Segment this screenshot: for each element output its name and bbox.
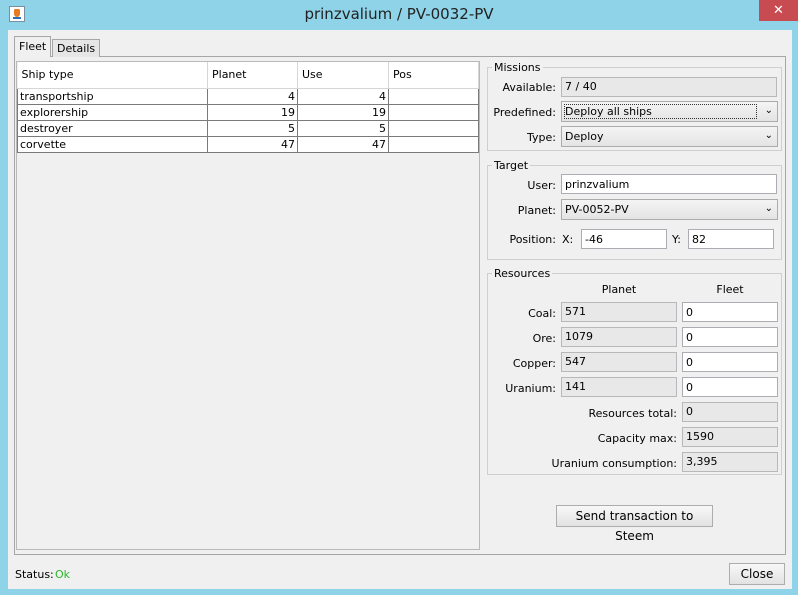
type-value: Deploy (565, 130, 604, 143)
table-row[interactable]: corvette 47 47 (17, 135, 479, 153)
missions-title: Missions (492, 61, 543, 74)
predefined-value: Deploy all ships (565, 105, 652, 118)
send-transaction-button[interactable]: Send transaction to Steem (556, 505, 713, 543)
status-label: Status: (15, 568, 54, 581)
resources-fleet-header: Fleet (716, 283, 744, 296)
resources-title: Resources (492, 267, 553, 280)
resources-total-label: Resources total: (588, 407, 677, 420)
table-row[interactable]: explorership 19 19 (17, 103, 479, 121)
resources-group: Resources Planet Fleet Coal: 571 Ore: 10… (487, 267, 782, 475)
col-use[interactable]: Use (297, 62, 389, 89)
type-select[interactable]: Deploy ⌄ (561, 126, 778, 147)
uranium-consumption-field: 3,395 (682, 452, 778, 472)
ship-type-cell[interactable]: corvette (17, 135, 208, 153)
user-label: User: (527, 179, 556, 192)
pos-cell[interactable] (388, 103, 479, 121)
fleet-table: Ship type Planet Use Pos transportship 4… (17, 62, 479, 153)
use-count-cell[interactable]: 47 (297, 135, 389, 153)
ore-fleet-input[interactable] (682, 327, 778, 347)
pos-cell[interactable] (388, 119, 479, 137)
x-coordinate-input[interactable] (581, 229, 667, 249)
chevron-down-icon: ⌄ (764, 203, 773, 214)
ore-label: Ore: (532, 332, 556, 345)
ship-type-cell[interactable]: destroyer (17, 119, 208, 137)
col-pos[interactable]: Pos (388, 62, 479, 89)
missions-group: Missions Available: 7 / 40 Predefined: D… (487, 61, 782, 151)
chevron-down-icon: ⌄ (764, 105, 773, 116)
chevron-down-icon: ⌄ (764, 130, 773, 141)
available-field: 7 / 40 (561, 77, 777, 97)
col-ship-type[interactable]: Ship type (17, 62, 208, 89)
uranium-consumption-label: Uranium consumption: (551, 457, 677, 470)
planet-count-cell[interactable]: 19 (207, 103, 298, 121)
planet-count-cell[interactable]: 5 (207, 119, 298, 137)
planet-count-cell[interactable]: 4 (207, 87, 298, 105)
resources-planet-header: Planet (601, 283, 637, 296)
ship-type-cell[interactable]: explorership (17, 103, 208, 121)
table-row[interactable]: destroyer 5 5 (17, 119, 479, 137)
y-coordinate-input[interactable] (688, 229, 774, 249)
copper-planet-field: 547 (561, 352, 677, 372)
predefined-select[interactable]: Deploy all ships ⌄ (561, 101, 778, 122)
ship-type-cell[interactable]: transportship (17, 87, 208, 105)
planet-label: Planet: (517, 204, 556, 217)
use-count-cell[interactable]: 19 (297, 103, 389, 121)
position-label: Position: (509, 233, 556, 246)
fleet-table-header: Ship type Planet Use Pos (17, 62, 479, 89)
pos-cell[interactable] (388, 135, 479, 153)
use-count-cell[interactable]: 4 (297, 87, 389, 105)
x-label: X: (562, 233, 574, 246)
planet-count-cell[interactable]: 47 (207, 135, 298, 153)
capacity-max-field: 1590 (682, 427, 778, 447)
pos-cell[interactable] (388, 87, 479, 105)
window-close-icon[interactable]: ✕ (759, 0, 798, 21)
capacity-max-label: Capacity max: (597, 432, 677, 445)
coal-planet-field: 571 (561, 302, 677, 322)
target-title: Target (492, 159, 531, 172)
target-group: Target User: Planet: PV-0052-PV ⌄ Positi… (487, 159, 782, 260)
uranium-planet-field: 141 (561, 377, 677, 397)
planet-value: PV-0052-PV (565, 203, 629, 216)
uranium-label: Uranium: (505, 382, 556, 395)
planet-select[interactable]: PV-0052-PV ⌄ (561, 199, 778, 220)
resources-total-field: 0 (682, 402, 778, 422)
tab-details[interactable]: Details (52, 39, 101, 57)
table-row[interactable]: transportship 4 4 (17, 87, 479, 105)
coal-label: Coal: (528, 307, 556, 320)
coal-fleet-input[interactable] (682, 302, 778, 322)
fleet-table-container: Ship type Planet Use Pos transportship 4… (16, 61, 480, 550)
available-label: Available: (502, 81, 557, 94)
dialog-body: Fleet Details Ship type Planet Use Pos t… (8, 30, 792, 589)
col-planet[interactable]: Planet (207, 62, 298, 89)
window-title: prinzvalium / PV-0032-PV (304, 5, 494, 23)
use-count-cell[interactable]: 5 (297, 119, 389, 137)
copper-label: Copper: (512, 357, 556, 370)
predefined-label: Predefined: (493, 106, 556, 119)
type-label: Type: (527, 131, 556, 144)
uranium-fleet-input[interactable] (682, 377, 778, 397)
ore-planet-field: 1079 (561, 327, 677, 347)
user-input[interactable] (561, 174, 777, 194)
tab-fleet[interactable]: Fleet (14, 36, 52, 57)
y-label: Y: (672, 233, 681, 246)
copper-fleet-input[interactable] (682, 352, 778, 372)
status-value: Ok (55, 568, 71, 581)
close-button[interactable]: Close (729, 563, 785, 585)
